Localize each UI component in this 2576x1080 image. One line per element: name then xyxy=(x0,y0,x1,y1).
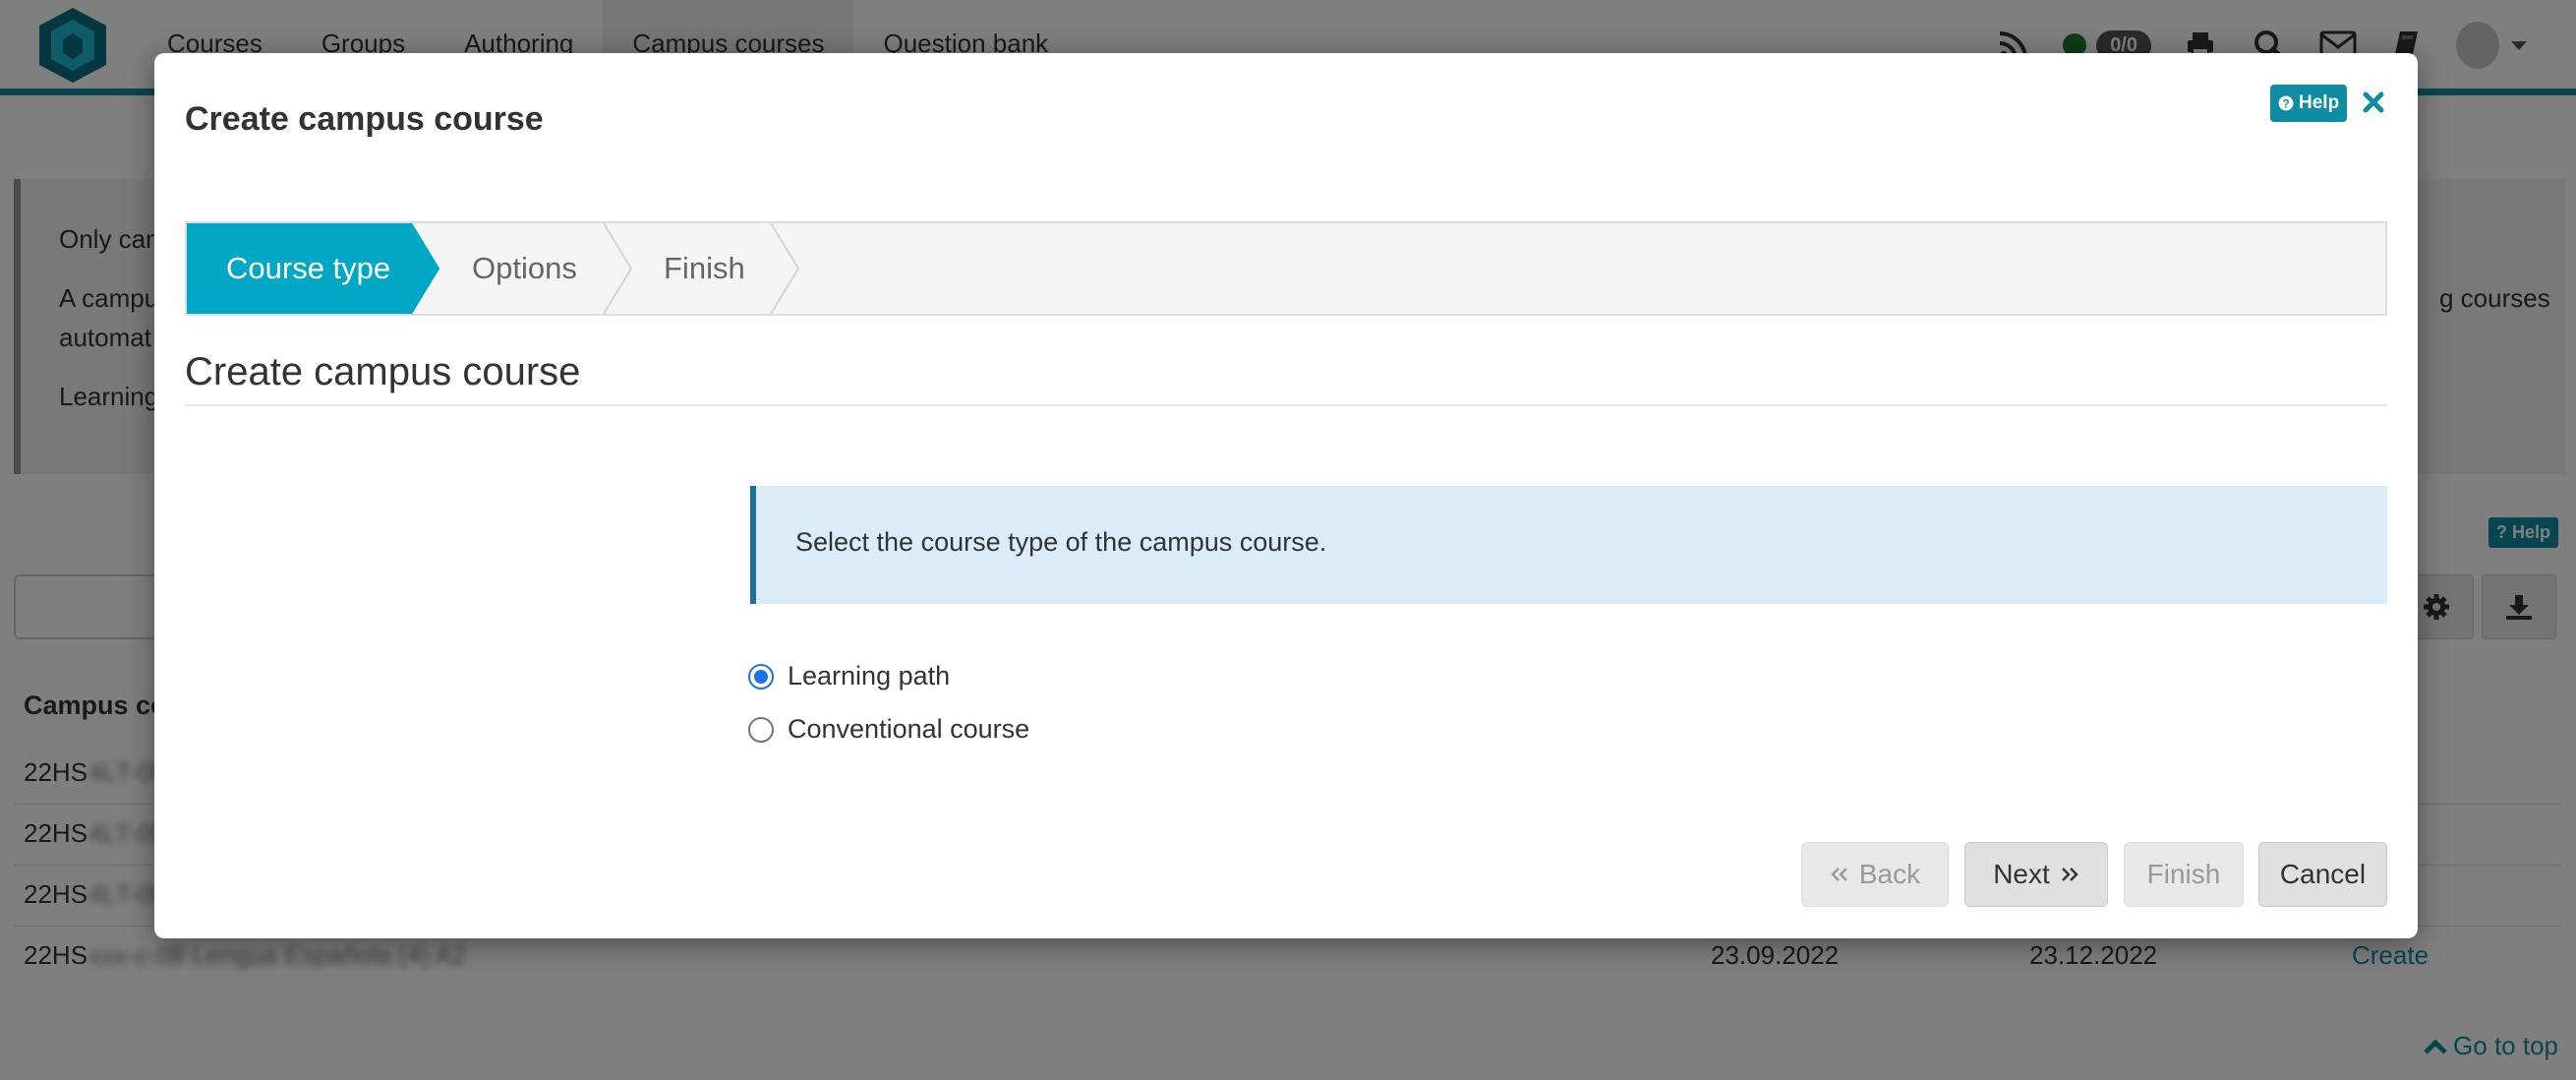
section-divider xyxy=(185,404,2387,406)
help-button[interactable]: ? Help xyxy=(2270,85,2348,122)
radio-learning-path[interactable] xyxy=(748,663,774,690)
option-label: Learning path xyxy=(788,661,951,690)
option-label: Conventional course xyxy=(788,714,1030,744)
close-button[interactable] xyxy=(2357,83,2390,122)
wizard-step-options[interactable]: Options xyxy=(472,223,577,314)
finish-label: Finish xyxy=(2146,859,2221,889)
wizard-step-finish[interactable]: Finish xyxy=(664,223,745,314)
next-button[interactable]: Next xyxy=(1964,842,2108,907)
dialog-title: Create campus course xyxy=(185,100,544,138)
double-chevron-left-icon xyxy=(1831,868,1847,881)
question-circle-icon: ? xyxy=(2278,95,2294,111)
svg-text:?: ? xyxy=(2282,97,2289,111)
close-icon xyxy=(2363,91,2384,113)
double-chevron-right-icon xyxy=(2061,868,2078,881)
wizard-steps: Course type Options Finish xyxy=(185,221,2387,316)
info-alert-text: Select the course type of the campus cou… xyxy=(795,527,1327,557)
next-label: Next xyxy=(1993,859,2050,889)
section-title: Create campus course xyxy=(185,350,581,393)
course-type-option-conventional[interactable]: Conventional course xyxy=(748,714,1029,745)
back-button[interactable]: Back xyxy=(1801,842,1949,907)
help-label: Help xyxy=(2299,92,2340,113)
finish-button[interactable]: Finish xyxy=(2124,842,2244,907)
cancel-button[interactable]: Cancel xyxy=(2258,842,2387,907)
course-type-option-learning-path[interactable]: Learning path xyxy=(748,661,950,691)
create-campus-course-dialog: Create campus course ? Help Course type … xyxy=(154,53,2418,938)
info-alert: Select the course type of the campus cou… xyxy=(750,486,2387,604)
radio-conventional-course[interactable] xyxy=(748,716,774,743)
back-label: Back xyxy=(1858,859,1921,889)
cancel-label: Cancel xyxy=(2279,859,2367,889)
wizard-step-course-type[interactable]: Course type xyxy=(226,223,390,314)
